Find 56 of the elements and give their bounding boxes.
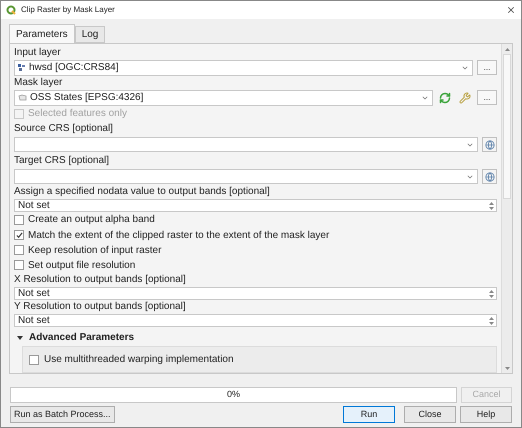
checkbox[interactable] bbox=[14, 230, 24, 240]
layer-combo[interactable]: hwsd [OGC:CRS84] bbox=[14, 60, 473, 76]
checkbox[interactable] bbox=[14, 214, 24, 225]
scrollbar[interactable] bbox=[501, 44, 512, 373]
scroll-down-icon[interactable] bbox=[504, 366, 510, 370]
field-value: Not set bbox=[18, 199, 50, 214]
layer-combo[interactable]: OSS States [EPSG:4326] bbox=[14, 90, 433, 106]
spin-field[interactable]: Not set bbox=[14, 199, 497, 212]
checkbox[interactable] bbox=[29, 354, 39, 364]
wrench-icon[interactable] bbox=[459, 92, 471, 104]
combo-value: OSS States [EPSG:4326] bbox=[30, 91, 144, 105]
spin-arrows-icon bbox=[489, 290, 494, 298]
checkbox-label: Set output file resolution bbox=[28, 258, 136, 273]
field-value: Not set bbox=[18, 314, 50, 328]
combo-value: hwsd [OGC:CRS84] bbox=[29, 61, 120, 75]
field-label: Target CRS [optional] bbox=[14, 154, 110, 168]
refresh-icon[interactable] bbox=[439, 92, 451, 104]
crs-combo[interactable] bbox=[14, 137, 478, 152]
window-title: Clip Raster by Mask Layer bbox=[21, 4, 116, 16]
crs-select-button[interactable] bbox=[482, 169, 497, 184]
field-label: Input layer bbox=[14, 46, 62, 59]
checkbox[interactable] bbox=[14, 245, 24, 256]
tab[interactable]: Parameters bbox=[9, 24, 75, 43]
checkbox-label: Selected features only bbox=[28, 107, 127, 122]
crs-combo[interactable] bbox=[14, 169, 478, 184]
close-button[interactable]: Close bbox=[404, 406, 456, 423]
field-label: Y Resolution to output bands [optional] bbox=[14, 300, 187, 314]
scrollbar-thumb[interactable] bbox=[503, 54, 511, 199]
progress-text: 0% bbox=[226, 388, 241, 402]
help-button[interactable]: Help bbox=[460, 406, 512, 423]
field-label: Source CRS [optional] bbox=[14, 122, 114, 136]
field-value: Not set bbox=[18, 287, 50, 302]
checkmark-icon bbox=[16, 232, 22, 238]
crs-select-button[interactable] bbox=[482, 137, 497, 152]
tab[interactable]: Log bbox=[74, 26, 106, 43]
expand-arrow-icon[interactable] bbox=[17, 334, 23, 340]
spin-field[interactable]: Not set bbox=[14, 287, 497, 300]
checkbox-label: Match the extent of the clipped raster to the extent of the mask layer bbox=[28, 228, 330, 242]
checkbox[interactable] bbox=[14, 260, 24, 270]
spin-arrows-icon bbox=[489, 316, 494, 325]
field-label: Assign a specified nodata value to output bands [optional] bbox=[14, 185, 271, 200]
checkbox-label: Keep resolution of input raster bbox=[28, 244, 162, 258]
spin-field[interactable]: Not set bbox=[14, 314, 497, 328]
browse-button[interactable]: ... bbox=[477, 60, 497, 75]
checkbox-label: Create an output alpha band bbox=[28, 213, 155, 228]
field-label: Mask layer bbox=[14, 76, 64, 89]
run-button[interactable]: Run bbox=[343, 406, 395, 423]
spin-arrows-icon bbox=[489, 202, 494, 210]
field-label: X Resolution to output bands [optional] bbox=[14, 273, 187, 288]
scroll-up-icon[interactable] bbox=[504, 48, 510, 50]
section-title: Advanced Parameters bbox=[29, 331, 134, 345]
batch-process-button[interactable]: Run as Batch Process... bbox=[10, 406, 115, 423]
close-icon[interactable] bbox=[506, 5, 516, 15]
browse-button[interactable]: ... bbox=[477, 90, 497, 105]
app-logo-icon bbox=[6, 5, 16, 15]
checkbox-label: Use multithreaded warping implementation bbox=[44, 353, 234, 367]
